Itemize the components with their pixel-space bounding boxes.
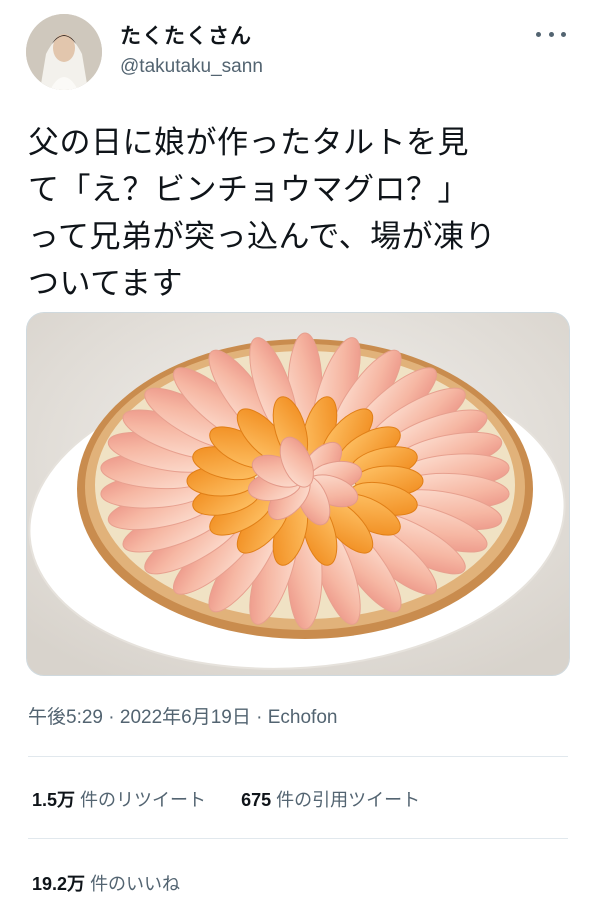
avatar[interactable]: [26, 14, 102, 90]
client-source: Echofon: [267, 707, 338, 728]
meta-separator: ·: [256, 707, 263, 728]
quotes-stat[interactable]: 675 件の引用ツイート: [241, 786, 420, 812]
quotes-count: 675: [241, 790, 272, 810]
dot: [561, 31, 566, 37]
tweet-line: ついてます: [28, 266, 184, 302]
avatar-image: [26, 14, 102, 90]
divider: [28, 756, 568, 757]
retweets-count: 1.5万: [32, 790, 76, 810]
likes-label: 件のいいね: [90, 874, 181, 894]
tweet-line: って兄弟が突っ込んで、場が凍り: [28, 219, 497, 255]
tweet-line: て「え？ビンチョウマグロ？」: [28, 172, 469, 208]
tweet-meta: 午後5:29 · 2022年6月19日 · Echofon: [28, 702, 337, 729]
more-horizontal-icon[interactable]: [536, 24, 566, 44]
divider: [28, 838, 568, 839]
dot: [548, 31, 554, 37]
stats-row: 1.5万 件のリツイート 675 件の引用ツイート: [32, 786, 420, 812]
retweets-stat[interactable]: 1.5万 件のリツイート: [32, 786, 206, 812]
tweet-text: 父の日に娘が作ったタルトを見 て「え？ビンチョウマグロ？」 って兄弟が突っ込んで…: [28, 120, 576, 308]
timestamp-date[interactable]: 2022年6月19日: [120, 702, 251, 729]
user-handle[interactable]: @takutaku_sann: [120, 56, 263, 78]
timestamp-time[interactable]: 午後5:29: [28, 702, 103, 729]
tweet-photo[interactable]: [26, 312, 570, 676]
retweets-label: 件のリツイート: [80, 790, 207, 810]
likes-count: 19.2万: [32, 874, 86, 894]
meta-separator: ·: [108, 707, 115, 728]
dot: [536, 31, 541, 37]
display-name[interactable]: たくたくさん: [120, 20, 252, 50]
likes-row: 19.2万 件のいいね: [32, 870, 180, 896]
tweet-line: 父の日に娘が作ったタルトを見: [28, 125, 469, 161]
quotes-label: 件の引用ツイート: [276, 790, 421, 810]
tart-image: [27, 313, 569, 675]
likes-stat[interactable]: 19.2万 件のいいね: [32, 870, 180, 896]
